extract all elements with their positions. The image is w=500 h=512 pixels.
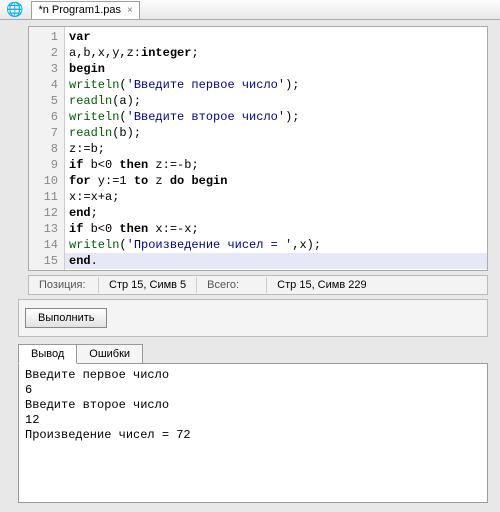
status-total-label: Всего: [197, 277, 267, 293]
status-position-label: Позиция: [29, 277, 99, 293]
output-tab-bar: Вывод Ошибки [18, 344, 488, 364]
output-console[interactable]: Введите первое число 6 Введите второе чи… [18, 363, 488, 503]
tab-output[interactable]: Вывод [18, 344, 77, 364]
close-icon[interactable]: × [127, 5, 133, 16]
code-area[interactable]: vara,b,x,y,z:integer; beginwriteln('Введ… [65, 27, 487, 270]
editor-tab[interactable]: *n Program1.pas × [31, 1, 139, 19]
status-position-value: Стр 15, Симв 5 [99, 277, 197, 293]
tab-errors[interactable]: Ошибки [77, 344, 143, 364]
code-line[interactable]: z:=b; [69, 141, 483, 157]
code-line[interactable]: var [69, 29, 483, 45]
status-total-value: Стр 15, Симв 229 [267, 277, 376, 293]
tab-bar: 🌐 *n Program1.pas × [0, 0, 500, 20]
code-line[interactable]: if b<0 then x:=-x; [69, 221, 483, 237]
code-line[interactable]: writeln('Введите второе число'); [69, 109, 483, 125]
code-line[interactable]: a,b,x,y,z:integer; [69, 45, 483, 61]
code-line[interactable]: for y:=1 to z do begin [69, 173, 483, 189]
run-panel: Выполнить [18, 299, 488, 337]
run-button[interactable]: Выполнить [25, 308, 107, 328]
status-bar: Позиция: Стр 15, Симв 5 Всего: Стр 15, С… [28, 275, 488, 295]
app-icon: 🌐 [6, 1, 23, 18]
code-line[interactable]: begin [69, 61, 483, 77]
tab-title: *n Program1.pas [38, 4, 121, 16]
code-line[interactable]: x:=x+a; [69, 189, 483, 205]
code-line[interactable]: writeln('Введите первое число'); [69, 77, 483, 93]
line-gutter: 123456789101112131415 [29, 27, 65, 270]
code-line[interactable]: writeln('Произведение чисел = ',x); [69, 237, 483, 253]
code-line[interactable]: if b<0 then z:=-b; [69, 157, 483, 173]
code-line[interactable]: readln(b); [69, 125, 483, 141]
code-editor[interactable]: 123456789101112131415 vara,b,x,y,z:integ… [28, 26, 488, 271]
code-line[interactable]: end; [69, 205, 483, 221]
code-line[interactable]: readln(a); [69, 93, 483, 109]
